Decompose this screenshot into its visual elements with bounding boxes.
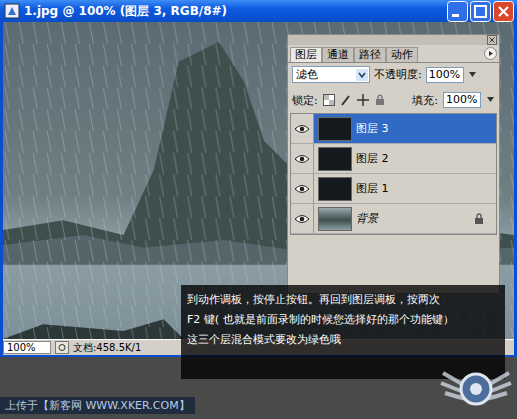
- upload-credit: 上传于【新客网 WWW.XKER.COM】: [0, 397, 195, 414]
- layer-name: 背景: [356, 211, 470, 226]
- caption-line: 到动作调板，按停止按钮。再回到图层调板，按两次: [187, 293, 499, 307]
- fill-field[interactable]: 100%: [443, 92, 481, 108]
- opacity-slider-icon[interactable]: [468, 68, 477, 82]
- panel-tabs: 图层通道路径动作: [288, 45, 499, 63]
- watermark-logo-icon: [437, 353, 515, 417]
- dropdown-arrow-icon: [356, 69, 368, 81]
- visibility-toggle[interactable]: [291, 144, 314, 173]
- fill-slider-icon[interactable]: [486, 93, 495, 107]
- layer-name: 图层 1: [356, 181, 496, 196]
- lock-all-icon[interactable]: [374, 94, 386, 106]
- caption-line: 这三个层混合模式要改为绿色哦: [187, 333, 499, 347]
- opacity-label: 不透明度:: [374, 67, 422, 82]
- document-size: 文档:458.5K/1: [73, 341, 141, 355]
- panel-menu-icon[interactable]: [484, 47, 497, 60]
- visibility-toggle[interactable]: [291, 204, 314, 233]
- lock-label: 锁定:: [292, 93, 318, 108]
- layer-name: 图层 3: [356, 121, 496, 136]
- fill-label: 填充:: [412, 93, 438, 108]
- panel-tab[interactable]: 通道: [322, 47, 354, 62]
- layer-name: 图层 2: [356, 151, 496, 166]
- minimize-icon[interactable]: [447, 1, 468, 22]
- layer-thumbnail: [318, 117, 352, 141]
- tutorial-caption: 到动作调板，按停止按钮。再回到图层调板，按两次 F2 键( 也就是前面录制的时候您…: [181, 285, 505, 379]
- panel-tab[interactable]: 动作: [386, 47, 418, 62]
- panel-tab[interactable]: 路径: [354, 47, 386, 62]
- navigator-icon[interactable]: [55, 341, 69, 354]
- eye-icon: [294, 214, 310, 224]
- layer-thumbnail: [318, 207, 352, 231]
- lock-brush-icon[interactable]: [340, 94, 352, 106]
- photoshop-icon: [4, 3, 20, 19]
- lock-move-icon[interactable]: [357, 94, 369, 106]
- opacity-field[interactable]: 100%: [426, 67, 464, 83]
- layer-row[interactable]: 图层 3: [291, 114, 496, 144]
- visibility-toggle[interactable]: [291, 174, 314, 203]
- eye-icon: [294, 154, 310, 164]
- layers-panel: 图层通道路径动作 滤色 不透明度: 100% 锁定: 填充: 100% 图层 3…: [287, 34, 500, 294]
- layer-row[interactable]: 图层 2: [291, 144, 496, 174]
- panel-header: [288, 35, 499, 45]
- panel-close-icon[interactable]: [487, 35, 497, 45]
- layer-row[interactable]: 背景: [291, 204, 496, 234]
- maximize-icon[interactable]: [470, 1, 491, 22]
- layer-thumbnail: [318, 147, 352, 171]
- window-title: 1.jpg @ 100% (图层 3, RGB/8#): [24, 3, 443, 20]
- screen: 1.jpg @ 100% (图层 3, RGB/8#) 100% 文档:458.…: [0, 0, 517, 419]
- zoom-field[interactable]: 100%: [3, 341, 51, 354]
- layer-list: 图层 3 图层 2 图层 1 背景: [290, 113, 497, 235]
- lock-transparency-icon[interactable]: [323, 94, 335, 106]
- panel-tab[interactable]: 图层: [290, 47, 322, 62]
- eye-icon: [294, 124, 310, 134]
- caption-line: F2 键( 也就是前面录制的时候您选择好的那个功能键）: [187, 313, 499, 327]
- eye-icon: [294, 184, 310, 194]
- close-icon[interactable]: [493, 1, 514, 22]
- visibility-toggle[interactable]: [291, 114, 314, 143]
- layer-row[interactable]: 图层 1: [291, 174, 496, 204]
- layer-thumbnail: [318, 177, 352, 201]
- lock-icon: [474, 213, 484, 225]
- title-bar: 1.jpg @ 100% (图层 3, RGB/8#): [0, 0, 517, 22]
- blend-mode-select[interactable]: 滤色: [292, 66, 370, 83]
